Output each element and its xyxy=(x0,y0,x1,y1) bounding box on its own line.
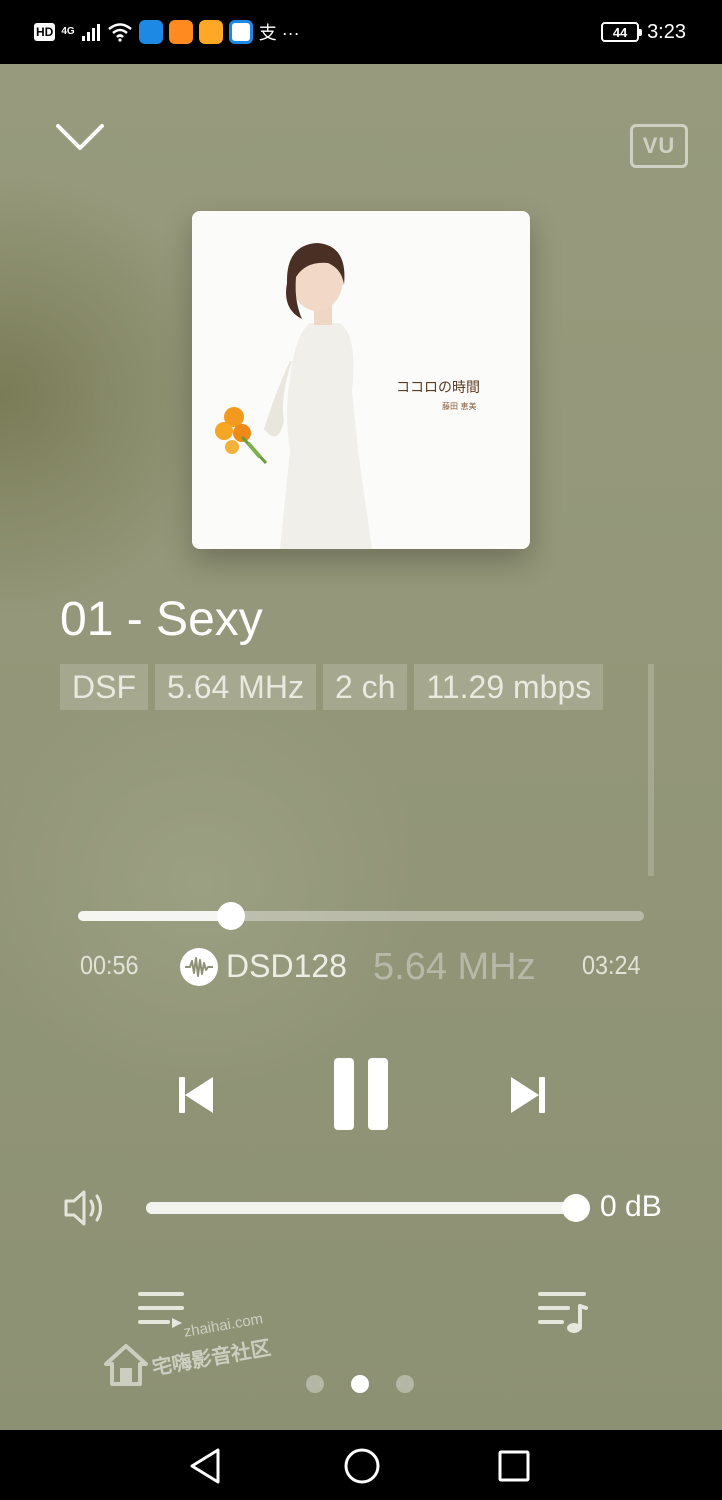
vu-label: VU xyxy=(642,133,676,158)
cloud-app-icon xyxy=(138,20,163,44)
wifi-icon xyxy=(107,23,132,42)
watermark: zhaihai.com 宅嗨影音社区 xyxy=(100,1310,300,1394)
seek-bar-thumb[interactable] xyxy=(216,902,245,930)
playlist-music-icon xyxy=(538,1292,588,1333)
seek-bar[interactable] xyxy=(78,902,644,930)
status-bar: HD 4G 支 ··· 44 3:23 xyxy=(0,0,722,64)
album-title: ココロの時間 xyxy=(396,380,480,396)
page-dot[interactable] xyxy=(351,1375,369,1393)
status-extra-text: 支 ··· xyxy=(258,23,300,43)
volume-slider[interactable] xyxy=(146,1194,590,1222)
pause-button[interactable] xyxy=(326,1054,396,1134)
seek-bar-fill xyxy=(78,911,231,921)
volume-slider-fill xyxy=(146,1202,576,1214)
recents-square-icon xyxy=(498,1450,530,1482)
volume-slider-thumb[interactable] xyxy=(562,1194,590,1222)
chevron-down-icon xyxy=(56,124,104,150)
album-cover: ココロの時間 藤田 恵美 xyxy=(192,211,530,549)
waveform-icon xyxy=(180,948,218,986)
store-app-icon xyxy=(198,20,223,44)
hd-badge: HD xyxy=(34,23,56,41)
album-artist: 藤田 恵美 xyxy=(442,402,477,411)
track-title: 01 - Sexy xyxy=(60,593,263,646)
status-left: HD 4G 支 ··· xyxy=(34,18,300,46)
home-circle-icon xyxy=(344,1448,380,1484)
previous-track-button[interactable] xyxy=(170,1070,220,1120)
total-time: 03:24 xyxy=(582,950,641,980)
clock: 3:23 xyxy=(647,20,686,43)
battery-level: 44 xyxy=(612,24,628,40)
page-dot[interactable] xyxy=(306,1375,324,1393)
status-right: 44 3:23 xyxy=(601,18,686,46)
format-chip-sample-rate: 5.64 MHz xyxy=(155,664,316,710)
watermark-text: 宅嗨影音社区 xyxy=(150,1335,273,1380)
browser-app-icon xyxy=(228,20,253,44)
player-screen: VU ココロの時間 藤田 恵美 01 - Sexy DSF 5.64 MHz 2… xyxy=(0,64,722,1430)
network-indicator: 4G xyxy=(61,26,75,37)
recents-button[interactable] xyxy=(494,1446,534,1486)
info-scrollbar[interactable] xyxy=(648,664,654,876)
navigation-bar xyxy=(0,1430,722,1500)
back-button[interactable] xyxy=(186,1446,226,1486)
vu-meter-button[interactable]: VU xyxy=(630,124,688,168)
dsd-format-label: DSD128 xyxy=(226,948,347,984)
back-triangle-icon xyxy=(190,1448,220,1484)
volume-db-label: 0 dB xyxy=(600,1190,662,1223)
home-button[interactable] xyxy=(342,1446,382,1486)
battery-icon: 44 xyxy=(601,22,643,42)
pause-icon xyxy=(334,1058,388,1130)
skip-next-icon xyxy=(511,1077,545,1113)
page-dot[interactable] xyxy=(396,1375,414,1393)
format-chips: DSF 5.64 MHz 2 ch 11.29 mbps xyxy=(60,664,604,710)
collapse-button[interactable] xyxy=(54,120,106,156)
elapsed-time: 00:56 xyxy=(80,950,139,980)
house-logo-icon xyxy=(104,1344,148,1386)
output-sample-rate: 5.64 MHz xyxy=(373,946,536,988)
video-app-icon xyxy=(168,20,193,44)
playlist-button[interactable] xyxy=(536,1288,590,1336)
page-indicator xyxy=(306,1375,414,1393)
skip-previous-icon xyxy=(179,1077,213,1113)
format-chip-codec: DSF xyxy=(60,664,148,710)
format-chip-channels: 2 ch xyxy=(322,664,408,710)
format-chip-bitrate: 11.29 mbps xyxy=(414,664,604,710)
volume-icon[interactable] xyxy=(62,1186,108,1230)
signal-icon xyxy=(81,24,100,41)
next-track-button[interactable] xyxy=(504,1070,554,1120)
